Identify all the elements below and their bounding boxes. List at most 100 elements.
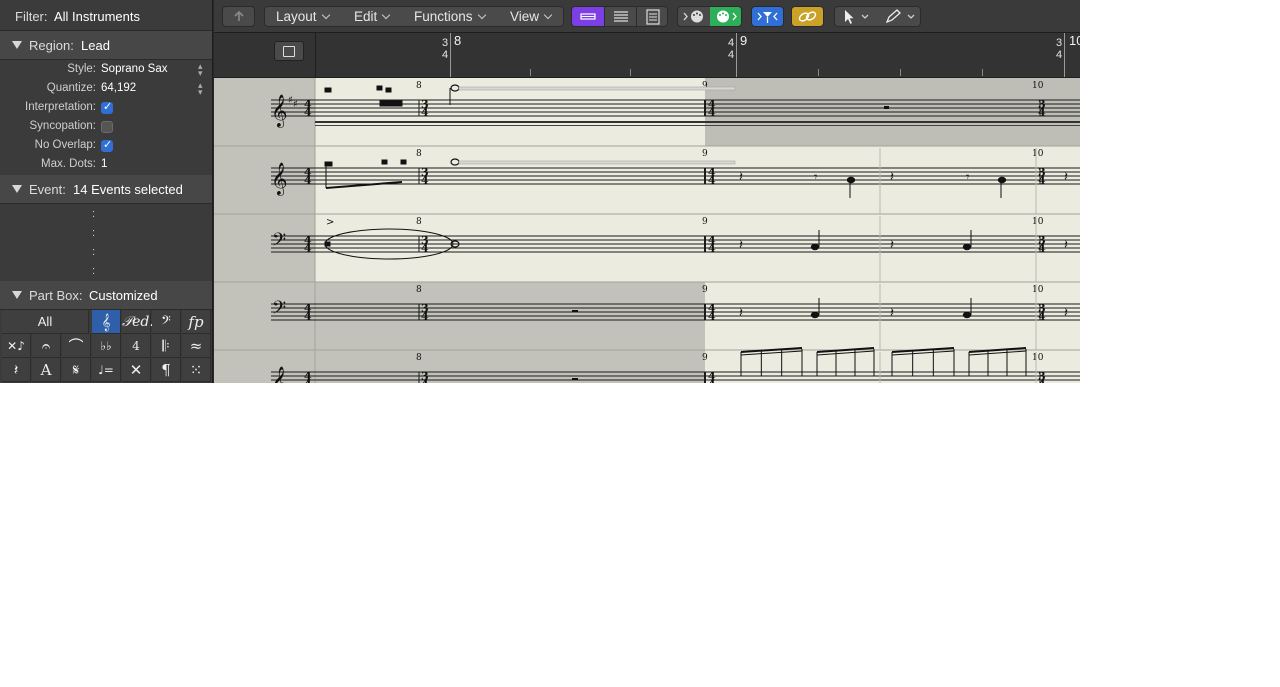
slur-group-icon[interactable]: ⌒: [62, 334, 91, 358]
misc-group-icon[interactable]: ⁙: [182, 358, 211, 382]
part-box-header[interactable]: Part Box: Customized: [0, 281, 212, 310]
disclosure-triangle-icon[interactable]: [12, 41, 22, 49]
note-heads-group-icon[interactable]: ✕♪: [2, 334, 31, 358]
rests-group-icon[interactable]: 𝄽: [2, 358, 31, 382]
style-value[interactable]: Soprano Sax: [101, 63, 168, 75]
quantize-label: Quantize:: [46, 82, 96, 94]
time-signature-bottom: 4: [421, 378, 429, 383]
chevron-down-icon: [321, 10, 330, 20]
no-overlap-checkbox[interactable]: [101, 138, 113, 152]
link-button[interactable]: [791, 6, 824, 27]
event-header[interactable]: Event: 14 Events selected: [0, 175, 212, 204]
print-view-icon[interactable]: [636, 7, 667, 26]
catch-playhead-button[interactable]: [751, 6, 784, 27]
pedal-group-icon[interactable]: 𝒫𝑒𝑑.: [122, 310, 154, 334]
beat-tick: [630, 69, 631, 76]
chord-symbol-group-icon[interactable]: ✕: [122, 358, 151, 382]
measure-number: 10: [1032, 217, 1044, 227]
text-group-icon[interactable]: A: [32, 358, 61, 382]
linear-view-icon[interactable]: [572, 7, 604, 26]
note-head: [810, 243, 820, 251]
view-menu-label: View: [510, 9, 540, 24]
layout-menu[interactable]: Layout: [265, 7, 330, 26]
rest-icon: 𝄽: [890, 306, 894, 321]
accidentals-group-icon[interactable]: ♭♭: [92, 334, 121, 358]
functions-menu-label: Functions: [414, 9, 473, 24]
event-field-separator: :: [92, 208, 96, 220]
pointer-tool-menu[interactable]: [835, 7, 875, 26]
tempo-group-icon[interactable]: ♩=: [92, 358, 121, 382]
bar-number-8: 8: [454, 33, 462, 48]
disclosure-triangle-icon[interactable]: [12, 185, 22, 193]
whole-rest: [572, 310, 578, 312]
event-field-separator: :: [92, 246, 96, 258]
beat-tick: [900, 69, 901, 76]
time-signature-bottom: 4: [304, 310, 312, 323]
rest-icon: 𝄽: [739, 238, 743, 253]
fermata-group-icon[interactable]: 𝄐: [32, 334, 61, 358]
syncopation-checkbox[interactable]: [101, 121, 113, 133]
bass-clef-group-icon[interactable]: 𝄢: [152, 310, 181, 334]
beat-tick: [818, 69, 819, 76]
disclosure-triangle-icon[interactable]: [12, 291, 22, 299]
measure-number: 8: [416, 81, 422, 91]
midi-in-icon[interactable]: [678, 7, 710, 26]
note-head: [400, 159, 407, 165]
bar-ruler[interactable]: 3 4 8 4 4 9 3 4 10: [214, 33, 1080, 78]
beat-tick: [530, 69, 531, 76]
measure-number: 8: [416, 149, 422, 159]
edit-menu[interactable]: Edit: [343, 7, 391, 26]
note-head: [376, 85, 383, 91]
style-row[interactable]: Style: Soprano Sax ▴ ▾: [0, 61, 212, 80]
whole-rest: [572, 378, 578, 380]
ornaments-group-icon[interactable]: ≈: [182, 334, 211, 358]
view-menu[interactable]: View: [499, 7, 553, 26]
dynamics-group-icon[interactable]: fp: [182, 310, 211, 334]
midi-segmented: [677, 6, 742, 27]
repeat-group-icon[interactable]: 𝄆: [152, 334, 181, 358]
note-head: [381, 159, 388, 165]
score-area[interactable]: 8 9 10 8 9 10 8 9 10 8 9 10 8 9 10 4434443444344434443…: [214, 78, 1080, 383]
treble-clef-icon: 𝄞: [271, 94, 288, 128]
pencil-tool-menu[interactable]: [877, 7, 921, 26]
rest-icon: 𝄾: [966, 170, 970, 185]
measure-number: 10: [1032, 353, 1044, 363]
back-button[interactable]: [222, 6, 255, 27]
measure-number: 8: [416, 217, 422, 227]
time-signature-bottom: 4: [421, 242, 429, 255]
page-view-icon[interactable]: [604, 7, 637, 26]
time-signature-bottom: 4: [421, 106, 429, 119]
score-notation[interactable]: 8 9 108 9 108 9 108 9 108 9 10 4434443444344434443…: [214, 78, 1080, 383]
chevron-down-icon: [543, 10, 553, 20]
max-dots-value[interactable]: 1: [101, 158, 107, 170]
collapse-ruler-button[interactable]: [274, 41, 304, 61]
score-toolbar: Layout Edit Functions View: [214, 0, 1080, 33]
clef-group-icon[interactable]: 𝄞: [92, 310, 121, 334]
filter-row[interactable]: Filter: All Instruments: [0, 0, 212, 31]
segno-group-icon[interactable]: 𝄋: [62, 358, 91, 382]
rest-icon: 𝄽: [1064, 306, 1068, 321]
stepper-icon[interactable]: ▴ ▾: [198, 81, 203, 97]
quantize-value[interactable]: 64,192: [101, 82, 136, 94]
time-signature-group-icon[interactable]: 4: [122, 334, 151, 358]
view-mode-segmented: [571, 6, 668, 27]
tool-menus: [834, 6, 921, 27]
paragraph-group-icon[interactable]: ¶: [152, 358, 181, 382]
event-field-separator: :: [92, 265, 96, 277]
midi-out-icon[interactable]: [710, 7, 741, 26]
region-header[interactable]: Region: Lead: [0, 31, 212, 60]
interpretation-checkbox[interactable]: [101, 100, 113, 114]
bar-line-marker: [450, 33, 451, 77]
measure-number: 9: [702, 149, 708, 159]
score-editor-window: Filter: All Instruments Region: Lead Sty…: [0, 0, 1080, 383]
note-head: [810, 311, 820, 319]
part-box-all-button[interactable]: All: [2, 310, 89, 334]
max-dots-row[interactable]: Max. Dots: 1: [0, 156, 212, 175]
functions-menu[interactable]: Functions: [403, 7, 486, 26]
stepper-icon[interactable]: ▴ ▾: [198, 62, 203, 78]
region-end-line: [315, 121, 1080, 123]
quantize-row[interactable]: Quantize: 64,192 ▴ ▾: [0, 80, 212, 99]
part-box-value: Customized: [89, 288, 158, 303]
time-signature-bottom: 4: [708, 106, 716, 119]
filter-value[interactable]: All Instruments: [54, 9, 140, 24]
